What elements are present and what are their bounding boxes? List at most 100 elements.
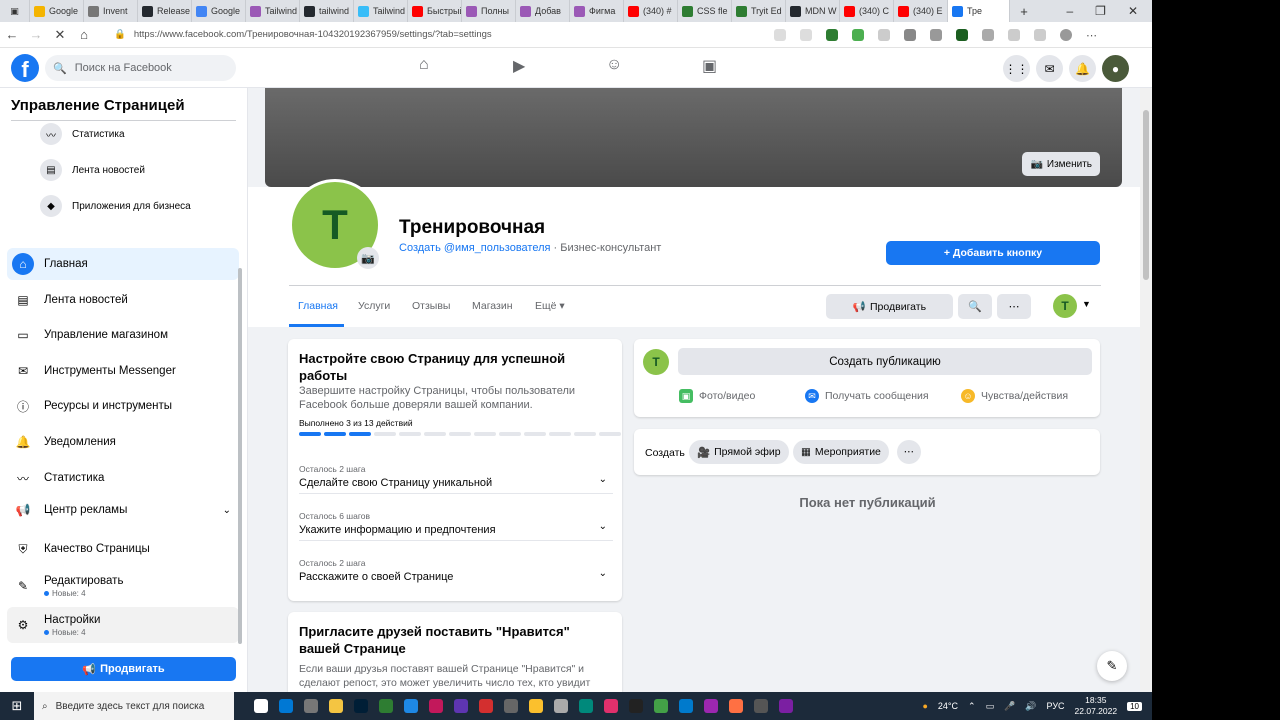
folder-icon[interactable]: [329, 699, 343, 713]
search-page-button[interactable]: 🔍: [958, 294, 992, 319]
new-tab-button[interactable]: +: [1010, 0, 1038, 22]
app-icon[interactable]: [454, 699, 468, 713]
home-nav-icon[interactable]: ⌂: [419, 56, 429, 74]
vscode-icon[interactable]: [679, 699, 693, 713]
close-icon[interactable]: ✕: [1128, 4, 1138, 18]
page-avatar-small[interactable]: T: [1053, 294, 1077, 318]
setup-step[interactable]: Осталось 6 шагов Укажите информацию и пр…: [299, 511, 613, 541]
sidebar-item-messenger[interactable]: ✉ Инструменты Messenger: [7, 355, 239, 387]
chrome-icon[interactable]: [529, 699, 543, 713]
taskbar-search-input[interactable]: ⌕ Введите здесь текст для поиска: [34, 692, 234, 720]
tab-reviews[interactable]: Отзывы: [412, 300, 450, 312]
live-video-button[interactable]: 🎥 Прямой эфир: [689, 440, 789, 464]
extension-icon[interactable]: [956, 28, 968, 41]
add-button[interactable]: + Добавить кнопку: [886, 241, 1100, 265]
browser-tab[interactable]: CSS fle: [678, 0, 732, 22]
app-icon[interactable]: [429, 699, 443, 713]
event-button[interactable]: ▦ Мероприятие: [793, 440, 889, 464]
collections-icon[interactable]: [1034, 28, 1046, 41]
calculator-icon[interactable]: [304, 699, 318, 713]
create-username-link[interactable]: Создать @имя_пользователя: [399, 242, 550, 254]
browser-tab[interactable]: Tailwind: [354, 0, 408, 22]
volume-icon[interactable]: 🔊: [1025, 701, 1036, 712]
app-icon[interactable]: [654, 699, 668, 713]
more-create-button[interactable]: ⋯: [897, 440, 921, 464]
favorites-bar-icon[interactable]: [1008, 28, 1020, 41]
app-icon[interactable]: [379, 699, 393, 713]
stop-icon[interactable]: ✕: [48, 27, 72, 43]
sidebar-item-ad-center[interactable]: 📢 Центр рекламы ⌄: [7, 494, 239, 526]
weather-temp[interactable]: 24°C: [938, 701, 958, 711]
app-icon[interactable]: [754, 699, 768, 713]
app-icon[interactable]: [554, 699, 568, 713]
sidebar-scrollbar[interactable]: [238, 268, 242, 644]
get-messages-button[interactable]: ✉ Получать сообщения: [805, 389, 929, 403]
extension-icon[interactable]: [930, 28, 942, 41]
edge-icon[interactable]: [404, 699, 418, 713]
browser-tab[interactable]: MDN W: [786, 0, 840, 22]
sidebar-item-notifications[interactable]: 🔔 Уведомления: [7, 426, 239, 458]
tab-main[interactable]: Главная: [298, 300, 338, 312]
language-indicator[interactable]: РУС: [1047, 701, 1065, 711]
url-field[interactable]: 🔒 https://www.facebook.com/Тренировочная…: [114, 25, 754, 45]
more-icon[interactable]: ⋯: [1086, 29, 1098, 42]
sidebar-item-home[interactable]: ⌂ Главная: [7, 248, 239, 280]
sidebar-item-page-quality[interactable]: ⛨ Качество Страницы: [7, 533, 239, 565]
notifications-icon[interactable]: 🔔: [1069, 55, 1096, 82]
extension-icon[interactable]: [826, 28, 838, 41]
gaming-nav-icon[interactable]: ▣: [702, 56, 717, 76]
browser-tab[interactable]: Invent: [84, 0, 138, 22]
more-options-button[interactable]: ⋯: [997, 294, 1031, 319]
browser-tab[interactable]: (340) C: [840, 0, 894, 22]
browser-tab[interactable]: Фигма: [570, 0, 624, 22]
browser-tab[interactable]: Tailwind: [246, 0, 300, 22]
search-input[interactable]: 🔍 Поиск на Facebook: [45, 55, 236, 81]
sidebar-item-shop[interactable]: ▭ Управление магазином: [7, 319, 239, 351]
browser-tab[interactable]: Быстрый: [408, 0, 462, 22]
extension-icon[interactable]: [904, 28, 916, 41]
profile-icon[interactable]: [1060, 28, 1072, 41]
favorite-icon[interactable]: [800, 28, 812, 41]
facebook-logo-icon[interactable]: f: [11, 54, 39, 82]
sidebar-item-stats[interactable]: 〰 Статистика: [7, 462, 239, 494]
forward-icon[interactable]: →: [24, 27, 48, 42]
new-message-button[interactable]: ✎: [1097, 651, 1127, 681]
app-icon[interactable]: [579, 699, 593, 713]
tab-services[interactable]: Услуги: [358, 300, 390, 312]
instagram-icon[interactable]: [604, 699, 618, 713]
microphone-icon[interactable]: 🎤: [1004, 701, 1015, 712]
firefox-icon[interactable]: [729, 699, 743, 713]
photoshop-icon[interactable]: [354, 699, 368, 713]
network-icon[interactable]: ▭: [986, 701, 995, 712]
promote-page-button[interactable]: 📢 Продвигать: [826, 294, 953, 319]
profile-avatar[interactable]: ●: [1102, 55, 1129, 82]
watch-nav-icon[interactable]: ▶: [513, 56, 525, 76]
pocket-icon[interactable]: [878, 28, 890, 41]
caret-down-icon[interactable]: ▼: [1082, 299, 1091, 309]
create-post-button[interactable]: Создать публикацию: [678, 348, 1092, 375]
tab-more[interactable]: Ещё ▾: [535, 300, 565, 312]
weather-icon[interactable]: ●: [922, 701, 927, 711]
page-scrollbar[interactable]: [1140, 88, 1152, 692]
sidebar-item-resources[interactable]: ⓘ Ресурсы и инструменты: [7, 390, 239, 422]
photo-video-button[interactable]: ▣ Фото/видео: [679, 389, 755, 403]
setup-step[interactable]: Осталось 2 шага Сделайте свою Страницу у…: [299, 464, 613, 494]
sidebar-item-settings[interactable]: ⚙ Настройки Новые: 4: [7, 607, 239, 643]
restore-icon[interactable]: ❐: [1095, 4, 1106, 18]
sidebar-subitem-stats[interactable]: 〰 Статистика: [40, 123, 125, 145]
tab-actions-button[interactable]: ▣: [0, 0, 30, 22]
browser-tab[interactable]: Полны: [462, 0, 516, 22]
browser-tab[interactable]: tailwind: [300, 0, 354, 22]
browser-tab[interactable]: Тре: [948, 0, 1010, 22]
chevron-down-icon[interactable]: ⌄: [223, 505, 231, 516]
app-icon[interactable]: [779, 699, 793, 713]
browser-tab[interactable]: Release: [138, 0, 192, 22]
feeling-activity-button[interactable]: ☺ Чувства/действия: [961, 389, 1068, 403]
mail-icon[interactable]: [279, 699, 293, 713]
browser-tab[interactable]: (340) #: [624, 0, 678, 22]
browser-tab[interactable]: (340) E: [894, 0, 948, 22]
notification-center-badge[interactable]: 10: [1127, 701, 1142, 711]
sidebar-subitem-feed[interactable]: ▤ Лента новостей: [40, 159, 145, 181]
sidebar-item-edit[interactable]: ✎ Редактировать Новые: 4: [7, 568, 239, 604]
clock[interactable]: 18:35 22.07.2022: [1075, 695, 1118, 717]
